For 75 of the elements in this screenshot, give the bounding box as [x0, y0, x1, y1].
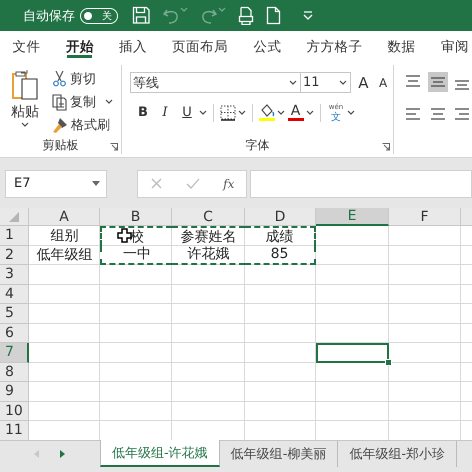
ribbon-tab[interactable]: 开始: [53, 31, 106, 62]
paste-button[interactable]: 粘贴: [0, 65, 50, 136]
column-header[interactable]: F: [389, 208, 461, 226]
autosave-toggle[interactable]: 关: [80, 8, 118, 24]
caret-icon: [218, 6, 226, 13]
font-color-button[interactable]: A: [287, 104, 304, 121]
row-header[interactable]: 11: [0, 421, 29, 440]
copy-icon: [52, 92, 67, 110]
row-header[interactable]: 5: [0, 304, 29, 324]
italic-button[interactable]: I: [155, 102, 175, 122]
caret-icon: [289, 79, 298, 86]
insert-function-button[interactable]: fx: [223, 176, 234, 190]
scissors-icon: [52, 70, 67, 87]
row-header[interactable]: 4: [0, 284, 29, 304]
formula-input[interactable]: [250, 170, 472, 198]
format-painter-button[interactable]: 格式刷: [50, 113, 115, 136]
name-box[interactable]: E7: [5, 170, 107, 198]
ribbon-tab[interactable]: 文件: [0, 31, 54, 62]
autosave-label: 自动保存: [23, 8, 75, 24]
dropdown-icon[interactable]: [92, 181, 100, 186]
caret-icon: [21, 121, 29, 128]
row-header[interactable]: 9: [0, 382, 29, 402]
ribbon-tab[interactable]: 数据: [375, 31, 428, 62]
sheet-tab[interactable]: 低年级组-许花娥: [100, 440, 220, 467]
ribbon-tab[interactable]: 审阅: [428, 31, 472, 62]
sheet-tab[interactable]: 低年级组-郑小珍: [338, 441, 458, 467]
column-header[interactable]: B: [100, 208, 172, 226]
row-header[interactable]: 2: [0, 246, 29, 265]
toggle-state-label: 关: [102, 10, 112, 22]
row-header[interactable]: 7: [0, 343, 29, 362]
row-header[interactable]: 10: [0, 402, 29, 421]
brush-icon: [52, 116, 68, 134]
next-sheet-icon[interactable]: [60, 450, 66, 458]
row-header[interactable]: 3: [0, 265, 29, 284]
dialog-launcher-icon[interactable]: [382, 143, 390, 151]
decrease-font-size-button[interactable]: A: [373, 72, 394, 92]
caret-icon: [277, 109, 285, 116]
ribbon-tab[interactable]: 公式: [240, 31, 294, 62]
dialog-launcher-icon[interactable]: [110, 143, 118, 151]
new-document-icon[interactable]: [266, 6, 281, 25]
caret-icon: [306, 109, 314, 116]
column-header[interactable]: E: [316, 208, 389, 226]
ribbon-tab[interactable]: 页面布局: [160, 31, 241, 62]
bold-button[interactable]: B: [133, 102, 153, 122]
save-icon[interactable]: [132, 6, 150, 25]
ribbon-tab[interactable]: 方方格子: [294, 31, 376, 62]
row-header[interactable]: 6: [0, 324, 29, 343]
caret-icon: [347, 109, 355, 116]
caret-icon: [105, 98, 113, 105]
table-cell-text: 组别: [50, 226, 80, 246]
increase-font-size-button[interactable]: A: [353, 72, 374, 92]
font-name-field[interactable]: 等线: [130, 72, 302, 93]
column-header[interactable]: A: [29, 208, 100, 226]
fill-color-icon[interactable]: [259, 104, 275, 121]
underline-button[interactable]: U: [177, 102, 197, 122]
caret-icon: [199, 109, 207, 116]
caret-icon: [238, 109, 246, 116]
print-preview-icon[interactable]: [238, 6, 254, 25]
caret-icon: [339, 79, 348, 86]
cut-button[interactable]: 剪切: [50, 67, 115, 90]
customize-toolbar-icon[interactable]: [303, 11, 313, 20]
caret-icon: [180, 6, 188, 13]
column-header[interactable]: C: [172, 208, 245, 226]
table-cell-text: 低年级组: [36, 246, 94, 265]
row-header[interactable]: 1: [0, 226, 29, 246]
group-label: 剪贴板: [42, 136, 80, 154]
ribbon-tab[interactable]: 插入: [106, 31, 160, 62]
copy-button[interactable]: 复制: [50, 90, 115, 113]
row-header[interactable]: 8: [0, 362, 29, 382]
sheet-tab[interactable]: 低年级组-柳美丽: [220, 441, 338, 467]
borders-icon[interactable]: [220, 104, 236, 120]
paste-icon: [11, 69, 39, 101]
group-label: 字体: [244, 136, 270, 154]
font-size-field[interactable]: 11: [301, 72, 352, 93]
column-header[interactable]: D: [245, 208, 316, 226]
